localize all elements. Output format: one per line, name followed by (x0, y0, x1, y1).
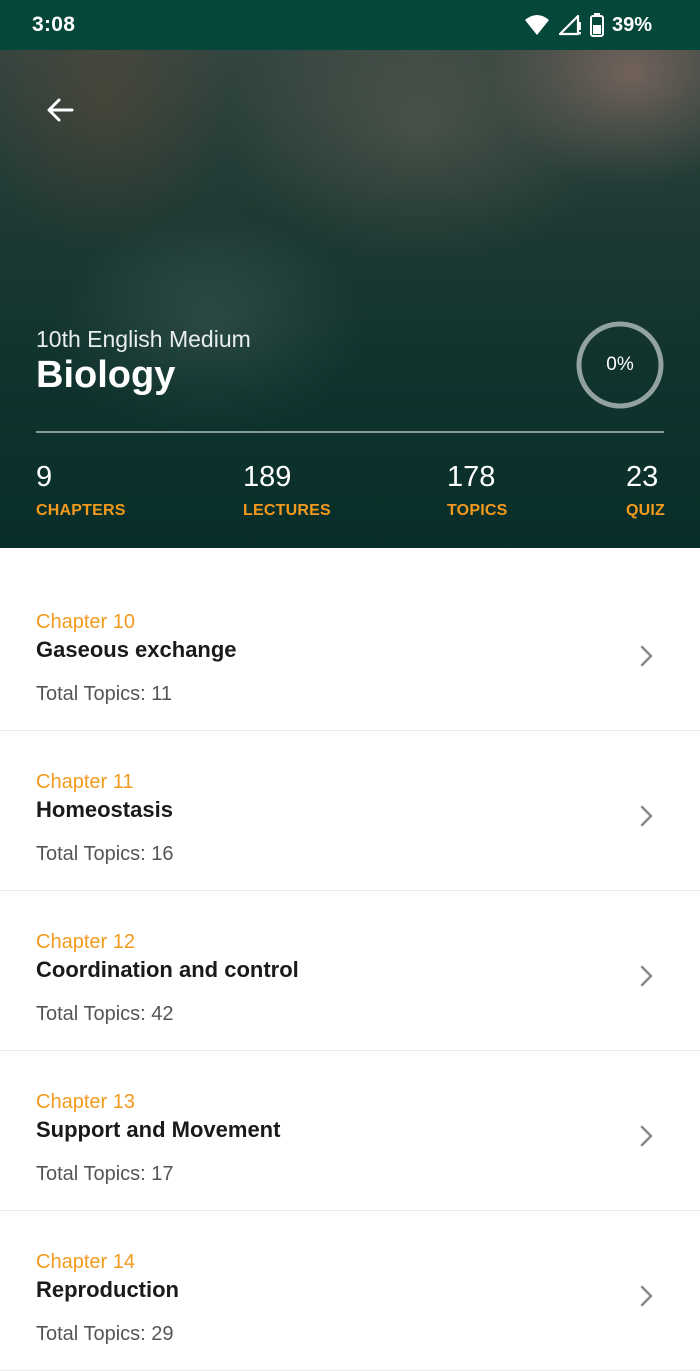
chapter-topic-count: Total Topics: 29 (36, 1323, 174, 1345)
chevron-right-icon (636, 964, 656, 988)
chapter-item[interactable]: Chapter 10 Gaseous exchange Total Topics… (0, 571, 700, 731)
chapter-number: Chapter 10 (36, 611, 135, 633)
stat-quiz: 23 QUIZ (626, 460, 665, 520)
back-button[interactable] (40, 92, 80, 132)
stat-lectures: 189 LECTURES (243, 460, 331, 520)
arrow-left-icon (46, 97, 74, 128)
chapter-title: Gaseous exchange (36, 637, 237, 662)
chevron-right-icon (636, 644, 656, 668)
stat-topics: 178 TOPICS (447, 460, 507, 520)
status-time: 3:08 (32, 13, 76, 36)
chapter-number: Chapter 13 (36, 1091, 135, 1113)
battery-icon (589, 13, 604, 37)
chapter-item[interactable]: Chapter 11 Homeostasis Total Topics: 16 (0, 731, 700, 891)
chapter-title: Reproduction (36, 1277, 179, 1302)
stat-label: QUIZ (626, 502, 666, 519)
chevron-right-icon (636, 1284, 656, 1308)
stat-value: 9 (36, 461, 53, 493)
chapter-title: Coordination and control (36, 957, 299, 982)
chapter-topic-count: Total Topics: 17 (36, 1163, 174, 1185)
chapter-title: Homeostasis (36, 797, 173, 822)
progress-ring: 0% (575, 320, 665, 410)
chapter-number: Chapter 11 (36, 771, 134, 793)
status-icons: 39% (524, 13, 652, 37)
course-header: 10th English Medium Biology 0% 9 CHAPTER… (0, 50, 700, 548)
stat-value: 178 (447, 461, 496, 493)
chapter-topic-count: Total Topics: 16 (36, 843, 174, 865)
stat-value: 189 (243, 461, 292, 493)
stat-value: 23 (626, 461, 659, 493)
stat-label: LECTURES (243, 502, 331, 519)
chapter-topic-count: Total Topics: 11 (36, 683, 173, 705)
stat-label: CHAPTERS (36, 502, 126, 519)
stat-chapters: 9 CHAPTERS (36, 460, 126, 520)
chapter-list: Chapter 10 Gaseous exchange Total Topics… (0, 571, 700, 1371)
chapter-number: Chapter 14 (36, 1251, 135, 1273)
chapter-title: Support and Movement (36, 1117, 281, 1142)
chapter-number: Chapter 12 (36, 931, 135, 953)
status-bar: 3:08 39% (0, 0, 700, 50)
progress-percentage: 0% (606, 354, 634, 375)
chevron-right-icon (636, 1124, 656, 1148)
chapter-item[interactable]: Chapter 14 Reproduction Total Topics: 29 (0, 1211, 700, 1371)
battery-percentage: 39% (611, 13, 652, 36)
signal-icon (558, 14, 582, 36)
chapter-item[interactable]: Chapter 13 Support and Movement Total To… (0, 1051, 700, 1211)
wifi-icon (524, 14, 550, 36)
chevron-right-icon (636, 804, 656, 828)
course-subtitle: 10th English Medium (36, 326, 251, 352)
chapter-topic-count: Total Topics: 42 (36, 1003, 174, 1025)
chapter-item[interactable]: Chapter 12 Coordination and control Tota… (0, 891, 700, 1051)
header-divider (36, 431, 664, 433)
stat-label: TOPICS (447, 502, 508, 519)
course-title: Biology (36, 354, 176, 396)
